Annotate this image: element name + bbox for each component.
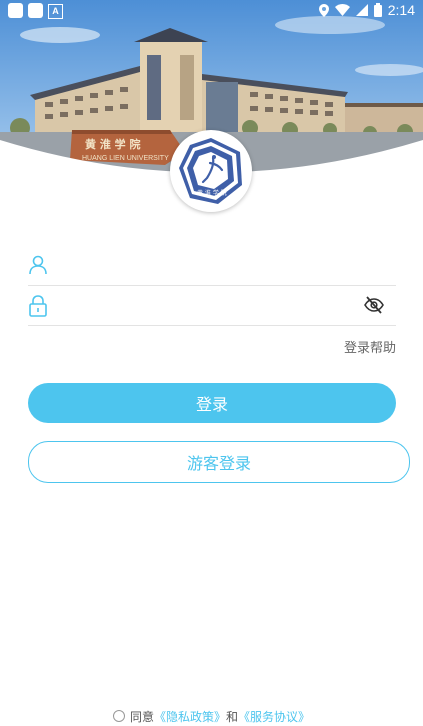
notification-icon: [8, 3, 23, 18]
svg-text:黄 淮 学 院: 黄 淮 学 院: [85, 137, 141, 151]
notification-icon: [28, 3, 43, 18]
eye-off-icon[interactable]: [364, 296, 384, 314]
service-agreement-link[interactable]: 《服务协议》: [238, 710, 310, 724]
clock: 2:14: [387, 2, 415, 18]
status-bar: A 2:14: [0, 0, 423, 22]
battery-icon: [373, 3, 382, 17]
sign-english-text: HUANG LIEN UNIVERSITY: [82, 155, 169, 162]
university-logo: 黄 淮 学 院: [170, 130, 252, 212]
user-icon: [29, 255, 47, 275]
password-field: [28, 285, 396, 326]
agree-radio[interactable]: [112, 710, 125, 722]
signal-icon: [355, 4, 368, 16]
agree-and: 和: [226, 710, 239, 724]
login-help-link[interactable]: 登录帮助: [344, 337, 396, 356]
text-notification-icon: A: [48, 4, 63, 19]
wifi-icon: [334, 4, 350, 16]
location-icon: [318, 3, 329, 17]
privacy-policy-link[interactable]: 《隐私政策》: [154, 710, 226, 724]
agree-prefix: 同意: [129, 710, 154, 724]
agreement-line: 同意《隐私政策》和《服务协议》: [0, 708, 423, 726]
svg-text:黄 淮 学 院: 黄 淮 学 院: [197, 189, 227, 197]
guest-login-button[interactable]: 游客登录: [28, 441, 410, 483]
lock-icon: [29, 295, 47, 317]
login-button[interactable]: 登录: [28, 383, 396, 423]
username-field: [28, 245, 396, 286]
password-input[interactable]: [68, 291, 352, 319]
username-input[interactable]: [68, 251, 352, 279]
